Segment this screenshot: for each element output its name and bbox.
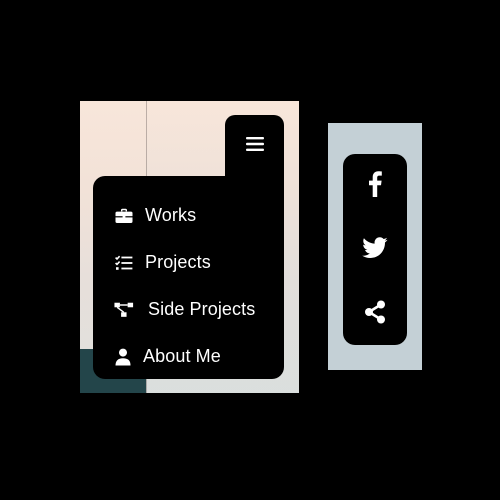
menu-item-side-projects[interactable]: Side Projects xyxy=(93,286,284,333)
share-preview-panel xyxy=(328,123,422,370)
twitter-icon xyxy=(362,236,388,264)
menu-item-label: Side Projects xyxy=(148,299,256,319)
user-icon xyxy=(113,348,133,366)
menu-item-label: About Me xyxy=(143,346,221,366)
sitemap-icon xyxy=(114,301,134,319)
share-icon xyxy=(364,300,386,329)
menu-item-label: Projects xyxy=(145,252,211,272)
checklist-icon xyxy=(114,255,134,271)
menu-item-works[interactable]: Works xyxy=(93,192,284,239)
share-button[interactable] xyxy=(343,294,407,334)
facebook-button[interactable] xyxy=(343,166,407,206)
nav-menu: Works Projects Side Projects About Me xyxy=(93,176,284,379)
menu-item-about-me[interactable]: About Me xyxy=(93,333,284,380)
social-bar xyxy=(343,154,407,345)
page: Works Projects Side Projects About Me xyxy=(0,0,500,500)
twitter-button[interactable] xyxy=(343,230,407,270)
menu-item-label: Works xyxy=(145,205,197,225)
facebook-icon xyxy=(368,170,382,202)
briefcase-icon xyxy=(114,208,134,224)
menu-item-projects[interactable]: Projects xyxy=(93,239,284,286)
